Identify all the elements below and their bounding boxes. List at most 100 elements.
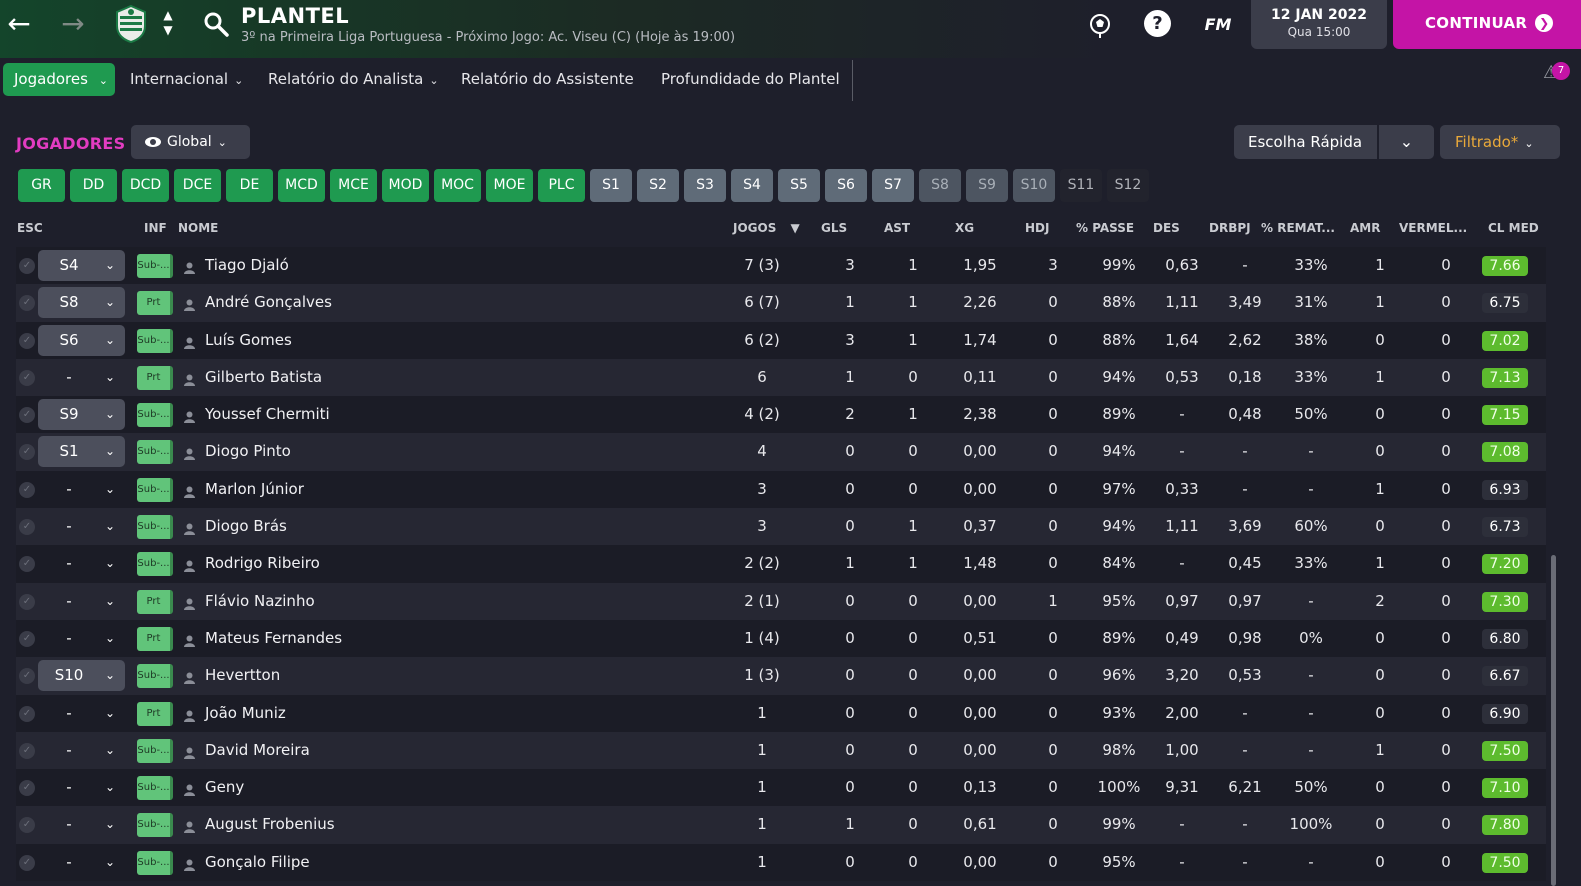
player-name[interactable]: Tiago Djaló [205,247,289,284]
info-badge[interactable]: Sub-... [137,850,173,875]
info-badge[interactable]: Prt [137,589,173,614]
page-subtitle[interactable]: 3º na Primeira Liga Portuguesa - Próximo… [241,30,735,45]
position-filter-moe[interactable]: MOE [486,169,533,202]
row-select-check-icon[interactable]: ✓ [19,817,35,834]
table-row[interactable]: ✓ - ⌄ Prt Flávio Nazinho 2 (1) 0 0 0,00 1 95% 0,97 0… [16,582,1546,620]
chevron-down-icon[interactable]: ⌄ [102,657,118,694]
help-icon[interactable]: ? [1144,10,1174,40]
squad-filter-s11[interactable]: S11 [1060,169,1102,202]
table-row[interactable]: ✓ - ⌄ Prt Gilberto Batista 6 1 0 0,11 0 94% 0,53 0,1… [16,358,1546,397]
squad-filter-s1[interactable]: S1 [590,169,632,202]
squad-filter-s4[interactable]: S4 [731,169,773,202]
search-icon[interactable] [202,10,230,38]
squad-filter-s8[interactable]: S8 [919,169,961,202]
tab-international[interactable]: Internacional ⌄ [130,63,243,96]
chevron-down-icon[interactable]: ⌄ [102,396,118,433]
col-amr[interactable]: AMR [1350,221,1380,235]
col-remat[interactable]: % REMAT... [1261,221,1335,235]
chevron-down-icon[interactable]: ⌄ [102,247,118,284]
chevron-down-icon[interactable]: ⌄ [102,284,118,321]
info-badge[interactable]: Sub-... [137,738,173,763]
col-des[interactable]: DES [1153,221,1180,235]
col-nome[interactable]: NOME [178,221,218,235]
chevron-down-icon[interactable]: ⌄ [102,322,118,359]
info-badge[interactable]: Prt [137,626,173,651]
table-row[interactable]: ✓ S9 ⌄ Sub-... Youssef Chermiti 4 (2) 2 1 2,38 0 8… [16,396,1546,434]
quick-pick-button[interactable]: Escolha Rápida [1234,125,1377,159]
fm-logo[interactable]: FM [1199,10,1237,40]
row-select-check-icon[interactable]: ✓ [19,780,35,797]
table-row[interactable]: ✓ S1 ⌄ Sub-... Diogo Pinto 4 0 0 0,00 0 94% - - -0 0 7.… [16,433,1546,471]
player-name[interactable]: Youssef Chermiti [205,396,330,433]
position-filter-dcd[interactable]: DCD [122,169,169,202]
player-name[interactable]: Gonçalo Filipe [205,844,310,881]
table-row[interactable]: ✓ S4 ⌄ Sub-... Tiago Djaló 7 (3) 3 1 1,95 3 99% 0,6… [16,247,1546,285]
player-name[interactable]: Diogo Pinto [205,433,291,470]
view-dropdown[interactable]: Global ⌄ [131,125,250,159]
player-name[interactable]: August Frobenius [205,806,335,843]
chevron-down-icon[interactable]: ⌄ [102,769,118,806]
table-row[interactable]: ✓ S8 ⌄ Prt André Gonçalves 6 (7) 1 1 2,26 0 88% 1,1… [16,284,1546,322]
chevron-down-icon[interactable]: ⌄ [102,732,118,769]
row-select-check-icon[interactable]: ✓ [19,444,35,461]
info-badge[interactable]: Sub-... [137,552,173,577]
player-name[interactable]: David Moreira [205,732,310,769]
date-display[interactable]: 12 JAN 2022 Qua 15:00 [1251,0,1387,49]
row-select-check-icon[interactable]: ✓ [19,295,35,312]
tab-assistant-report[interactable]: Relatório do Assistente [461,63,634,96]
squad-filter-s6[interactable]: S6 [825,169,867,202]
player-name[interactable]: Diogo Brás [205,508,287,545]
col-ast[interactable]: AST [884,221,910,235]
filter-dropdown[interactable]: Filtrado* ⌄ [1440,125,1560,159]
row-select-check-icon[interactable]: ✓ [19,593,35,610]
row-select-check-icon[interactable]: ✓ [19,332,35,349]
quick-pick-chevron-icon[interactable]: ⌄ [1379,125,1434,159]
info-badge[interactable]: Sub-... [137,328,173,353]
col-xg[interactable]: XG [955,221,974,235]
info-badge[interactable]: Sub-... [137,813,173,838]
chevron-down-icon[interactable]: ⌄ [102,359,118,396]
table-row[interactable]: ✓ - ⌄ Sub-... Diogo Brás 3 0 1 0,37 0 94% 1,11 3,69 6… [16,508,1546,546]
continue-button[interactable]: CONTINUAR ❯ [1393,0,1581,49]
club-crest-icon[interactable] [114,4,148,44]
col-hdj[interactable]: HDJ [1025,221,1049,235]
squad-filter-s2[interactable]: S2 [637,169,679,202]
position-filter-mod[interactable]: MOD [382,169,429,202]
forward-arrow-icon[interactable]: → [58,10,88,40]
player-name[interactable]: Rodrigo Ribeiro [205,545,320,582]
position-filter-de[interactable]: DE [226,169,273,202]
player-name[interactable]: Marlon Júnior [205,471,304,508]
position-filter-plc[interactable]: PLC [538,169,585,202]
chevron-down-icon[interactable]: ⌄ [102,545,118,582]
col-esc[interactable]: ESC [17,221,43,235]
info-badge[interactable]: Sub-... [137,254,173,278]
table-row[interactable]: ✓ - ⌄ Sub-... Marlon Júnior 3 0 0 0,00 0 97% 0,33- -… [16,470,1546,509]
position-filter-mce[interactable]: MCE [330,169,377,202]
info-badge[interactable]: Sub-... [137,515,173,540]
player-name[interactable]: João Muniz [205,695,286,732]
chevron-down-icon[interactable]: ⌄ [102,583,118,620]
row-select-check-icon[interactable]: ✓ [19,481,35,498]
tab-players[interactable]: Jogadores ⌄ [3,63,115,96]
back-arrow-icon[interactable]: ← [4,10,34,40]
info-badge[interactable]: Prt [137,701,173,726]
table-row[interactable]: ✓ - ⌄ Prt João Muniz 1 0 0 0,00 0 93% 2,00- -0 0 6.90 [16,694,1546,732]
player-name[interactable]: Mateus Fernandes [205,620,342,657]
position-filter-gr[interactable]: GR [18,169,65,202]
player-name[interactable]: Hevertton [205,657,280,694]
row-select-check-icon[interactable]: ✓ [19,668,35,685]
table-row[interactable]: ✓ - ⌄ Sub-... Geny 1 0 0 0,13 0 100% 9,31 6,21 50% 0 0 7… [16,769,1546,807]
row-select-check-icon[interactable]: ✓ [19,519,35,536]
chevron-down-icon[interactable]: ⌄ [102,620,118,657]
info-badge[interactable]: Sub-... [137,403,173,428]
chevron-down-icon[interactable]: ⌄ [102,695,118,732]
player-name[interactable]: Geny [205,769,244,806]
squad-filter-s9[interactable]: S9 [966,169,1008,202]
player-name[interactable]: André Gonçalves [205,284,332,321]
chevron-down-icon[interactable]: ⌄ [102,471,118,508]
table-row[interactable]: ✓ - ⌄ Sub-... Rodrigo Ribeiro 2 (2) 1 1 1,48 0 84%… [16,545,1546,583]
club-switch-icon[interactable]: ▲ ▼ [158,8,178,42]
chevron-down-icon[interactable]: ⌄ [102,508,118,545]
table-row[interactable]: ✓ S10 ⌄ Sub-... Hevertton 1 (3) 0 0 0,00 0 96% 3,20… [16,657,1546,695]
table-row[interactable]: ✓ - ⌄ Sub-... Gonçalo Filipe 1 0 0 0,00 0 95% - - -0 0… [16,843,1546,882]
